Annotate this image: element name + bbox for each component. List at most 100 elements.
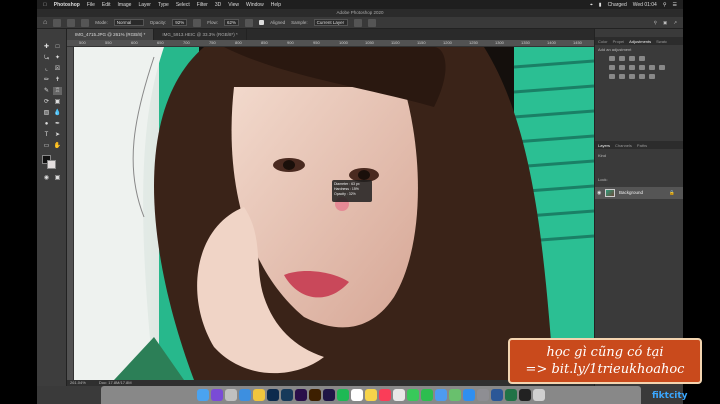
marquee-tool-icon[interactable]: □ bbox=[53, 43, 62, 51]
lightroom-icon[interactable] bbox=[281, 389, 293, 401]
pen-tool-icon[interactable]: ✒ bbox=[53, 120, 62, 128]
tab-paths[interactable]: Paths bbox=[637, 143, 647, 148]
calendar-icon[interactable] bbox=[351, 389, 363, 401]
home-icon[interactable]: ⌂ bbox=[43, 19, 47, 26]
gradient-tool-icon[interactable]: ▧ bbox=[42, 109, 51, 117]
screen-mode-icon[interactable]: ▣ bbox=[53, 174, 62, 182]
search-tool-icon[interactable]: ⚲ bbox=[654, 20, 657, 26]
mode-select[interactable]: Normal bbox=[113, 19, 144, 26]
wifi-icon[interactable]: ⌖ bbox=[590, 2, 593, 8]
hue-saturation-icon[interactable] bbox=[619, 65, 625, 70]
layer-filter-kind[interactable]: Kind bbox=[598, 153, 606, 158]
menu-type[interactable]: Type bbox=[158, 2, 169, 8]
menu-layer[interactable]: Layer bbox=[138, 2, 151, 8]
notes-icon[interactable] bbox=[365, 389, 377, 401]
zoom-level[interactable]: 261.04% bbox=[70, 380, 86, 385]
settings-icon[interactable] bbox=[477, 389, 489, 401]
posterize-icon[interactable] bbox=[619, 74, 625, 79]
workspace-icon[interactable]: ▣ bbox=[663, 20, 667, 26]
spotify-icon[interactable] bbox=[337, 389, 349, 401]
layer-name[interactable]: Background bbox=[619, 190, 643, 195]
lasso-tool-icon[interactable]: ⤿ bbox=[42, 54, 51, 62]
photoshop-icon[interactable] bbox=[267, 389, 279, 401]
exposure-icon[interactable] bbox=[639, 56, 645, 61]
healing-tool-icon[interactable]: ✝ bbox=[53, 76, 62, 84]
menu-image[interactable]: Image bbox=[118, 2, 132, 8]
vibrance-icon[interactable] bbox=[609, 65, 615, 70]
lock-icon[interactable]: 🔒 bbox=[669, 190, 675, 196]
battery-icon[interactable]: ▮ bbox=[599, 2, 602, 8]
type-tool-icon[interactable]: T bbox=[42, 131, 51, 139]
apple-icon[interactable]:  bbox=[43, 2, 47, 8]
sample-select[interactable]: Current Layer bbox=[313, 19, 348, 26]
quick-mask-icon[interactable]: ◉ bbox=[42, 174, 51, 182]
tool-preset-icon[interactable] bbox=[53, 18, 62, 27]
doc-tab-active[interactable]: IMG_4715.JPG @ 261% (RGB/8) * bbox=[67, 29, 155, 40]
tab-channels[interactable]: Channels bbox=[615, 143, 632, 148]
premiere-icon[interactable] bbox=[295, 389, 307, 401]
menu-file[interactable]: File bbox=[87, 2, 95, 8]
brightness-icon[interactable] bbox=[609, 56, 615, 61]
menu-filter[interactable]: Filter bbox=[197, 2, 208, 8]
tab-layers[interactable]: Layers bbox=[598, 143, 610, 148]
launchpad-icon[interactable] bbox=[225, 389, 237, 401]
menu-edit[interactable]: Edit bbox=[102, 2, 111, 8]
ignore-adjustment-icon[interactable] bbox=[353, 18, 362, 27]
brush-preset-icon[interactable] bbox=[67, 18, 76, 27]
tab-properties[interactable]: Propei bbox=[613, 39, 625, 44]
dodge-tool-icon[interactable]: ● bbox=[42, 120, 51, 128]
levels-icon[interactable] bbox=[619, 56, 625, 61]
flow-input[interactable]: 62% bbox=[224, 19, 240, 26]
illustrator-icon[interactable] bbox=[309, 389, 321, 401]
maps-icon[interactable] bbox=[449, 389, 461, 401]
background-color-swatch[interactable] bbox=[47, 160, 56, 169]
pressure-size-icon[interactable] bbox=[367, 18, 376, 27]
battery-status[interactable]: Charged bbox=[608, 2, 627, 8]
menu-view[interactable]: View bbox=[228, 2, 239, 8]
brush-tool-icon[interactable]: ✎ bbox=[42, 87, 51, 95]
siri-icon[interactable] bbox=[211, 389, 223, 401]
word-icon[interactable] bbox=[491, 389, 503, 401]
rectangle-tool-icon[interactable]: ▭ bbox=[42, 142, 51, 150]
tab-swatches[interactable]: Swatc bbox=[656, 39, 667, 44]
menu-list-icon[interactable]: ☰ bbox=[673, 2, 677, 8]
search-icon[interactable]: ⚲ bbox=[663, 2, 667, 8]
pressure-opacity-icon[interactable] bbox=[193, 18, 202, 27]
ruler-horizontal[interactable]: 500 550 600 650 700 750 800 850 900 950 … bbox=[67, 40, 594, 47]
toggle-brush-panel-icon[interactable] bbox=[81, 18, 90, 27]
excel-icon[interactable] bbox=[505, 389, 517, 401]
hand-tool-icon[interactable]: ✋ bbox=[53, 142, 62, 150]
menu-help[interactable]: Help bbox=[271, 2, 281, 8]
menu-select[interactable]: Select bbox=[176, 2, 190, 8]
app-store-icon[interactable] bbox=[463, 389, 475, 401]
black-white-icon[interactable] bbox=[639, 65, 645, 70]
layer-thumbnail[interactable] bbox=[605, 189, 615, 197]
selective-color-icon[interactable] bbox=[649, 74, 655, 79]
messages-icon[interactable] bbox=[407, 389, 419, 401]
eraser-tool-icon[interactable]: ▣ bbox=[53, 98, 62, 106]
blur-tool-icon[interactable]: 💧 bbox=[53, 109, 62, 117]
trash-icon[interactable] bbox=[533, 389, 545, 401]
photos-icon[interactable] bbox=[393, 389, 405, 401]
channel-mixer-icon[interactable] bbox=[659, 65, 665, 70]
threshold-icon[interactable] bbox=[629, 74, 635, 79]
mail-icon[interactable] bbox=[435, 389, 447, 401]
terminal-icon[interactable] bbox=[519, 389, 531, 401]
gradient-map-icon[interactable] bbox=[639, 74, 645, 79]
airbrush-icon[interactable] bbox=[245, 18, 254, 27]
aligned-checkbox[interactable] bbox=[259, 20, 265, 25]
clock[interactable]: Wed 01:04 bbox=[633, 2, 657, 8]
chrome-icon[interactable] bbox=[253, 389, 265, 401]
doc-size[interactable]: Doc: 17.8M/17.8M bbox=[99, 380, 132, 385]
share-icon[interactable]: ↗ bbox=[673, 20, 677, 26]
canvas-photo[interactable]: Diameter : 63 px Hardness : 15% Opacity … bbox=[74, 47, 594, 380]
tab-adjustments[interactable]: Adjustments bbox=[629, 39, 651, 44]
crop-tool-icon[interactable]: ⌞ bbox=[42, 65, 51, 73]
menu-window[interactable]: Window bbox=[246, 2, 264, 8]
menu-3d[interactable]: 3D bbox=[215, 2, 221, 8]
after-effects-icon[interactable] bbox=[323, 389, 335, 401]
safari-icon[interactable] bbox=[239, 389, 251, 401]
ruler-vertical[interactable] bbox=[67, 47, 74, 380]
clone-stamp-tool-icon[interactable]: ♖ bbox=[53, 87, 62, 95]
finder-icon[interactable] bbox=[197, 389, 209, 401]
